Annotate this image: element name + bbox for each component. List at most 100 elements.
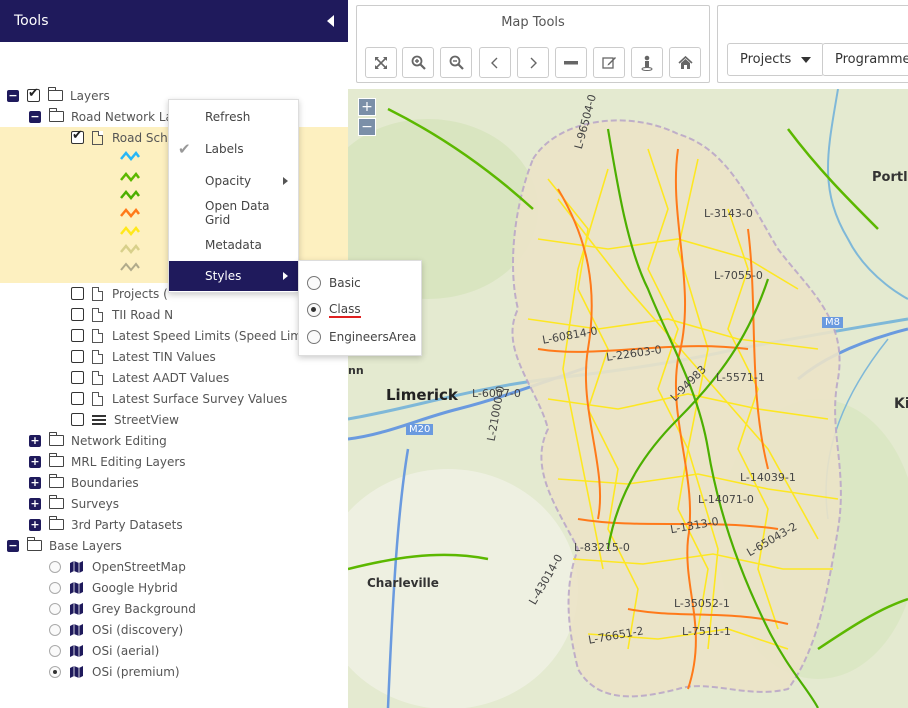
previous-extent-button[interactable] bbox=[479, 47, 511, 78]
menu-item-open-data-grid[interactable]: Open Data Grid bbox=[169, 198, 298, 228]
edit-button[interactable] bbox=[593, 47, 625, 78]
base-layer-radio-selected[interactable] bbox=[49, 665, 61, 678]
style-option-class[interactable]: Class bbox=[307, 300, 361, 320]
tree-node-projects[interactable]: Projects ( bbox=[71, 283, 168, 304]
collapse-icon[interactable]: − bbox=[7, 89, 19, 102]
tree-node-surveys: + Surveys bbox=[29, 493, 119, 514]
tree-node-streetview[interactable]: StreetView bbox=[71, 409, 179, 430]
base-layer-osi-discovery[interactable]: OSi (discovery) bbox=[49, 619, 183, 640]
map-tools-title: Map Tools bbox=[501, 15, 565, 30]
sidebar-header: Tools bbox=[0, 0, 348, 42]
zoom-in-icon bbox=[411, 55, 426, 70]
road-schedule-checkbox[interactable] bbox=[71, 128, 84, 144]
tree-node-tii-road[interactable]: TII Road N bbox=[71, 304, 173, 325]
style-option-label: Class bbox=[329, 302, 361, 318]
menu-item-styles[interactable]: Styles bbox=[169, 261, 298, 291]
folder-icon bbox=[49, 516, 64, 530]
menu-item-opacity[interactable]: Opacity bbox=[169, 166, 298, 196]
legend-swatch-icon bbox=[120, 189, 140, 200]
road-label: L-14071-0 bbox=[698, 493, 754, 506]
collapse-icon[interactable]: − bbox=[29, 110, 41, 123]
chevron-right-icon bbox=[283, 272, 288, 280]
collapse-sidebar-icon[interactable] bbox=[327, 15, 334, 27]
layer-checkbox[interactable] bbox=[71, 329, 84, 342]
collapse-icon[interactable]: − bbox=[7, 539, 19, 552]
style-radio-selected[interactable] bbox=[307, 303, 321, 317]
style-radio[interactable] bbox=[307, 276, 321, 290]
next-extent-button[interactable] bbox=[517, 47, 549, 78]
tree-node-label: Base Layers bbox=[49, 538, 122, 553]
edit-icon bbox=[601, 57, 616, 69]
town-label-nn: nn bbox=[348, 364, 364, 377]
layer-checkbox[interactable] bbox=[71, 350, 84, 363]
check-icon: ✔ bbox=[178, 140, 191, 158]
folder-icon bbox=[49, 474, 64, 488]
menu-item-metadata[interactable]: Metadata bbox=[169, 230, 298, 260]
base-layer-radio[interactable] bbox=[49, 602, 61, 615]
tree-node-label: Boundaries bbox=[71, 475, 139, 490]
tree-node-latest-surface[interactable]: Latest Surface Survey Values bbox=[71, 388, 287, 409]
projects-label: Projects bbox=[740, 52, 792, 67]
layer-checkbox[interactable] bbox=[71, 392, 84, 405]
base-layer-radio[interactable] bbox=[49, 560, 61, 573]
style-option-basic[interactable]: Basic bbox=[307, 273, 361, 293]
menu-item-labels[interactable]: ✔ Labels bbox=[169, 134, 298, 164]
expand-icon[interactable]: + bbox=[29, 476, 41, 489]
tree-node-latest-speed-limits[interactable]: Latest Speed Limits (Speed Limit) bbox=[71, 325, 315, 346]
base-layer-osm[interactable]: OpenStreetMap bbox=[49, 556, 186, 577]
expand-icon[interactable]: + bbox=[29, 518, 41, 531]
base-layer-radio[interactable] bbox=[49, 581, 61, 594]
document-icon bbox=[92, 391, 103, 406]
map-zoom-in-button[interactable]: + bbox=[358, 98, 376, 116]
chevron-right-icon bbox=[283, 177, 288, 185]
zoom-in-button[interactable] bbox=[402, 47, 434, 78]
map-zoom-out-button[interactable]: − bbox=[358, 118, 376, 136]
menu-item-refresh[interactable]: Refresh bbox=[169, 102, 298, 132]
base-layer-google-hybrid[interactable]: Google Hybrid bbox=[49, 577, 178, 598]
person-icon bbox=[641, 55, 653, 71]
document-icon bbox=[92, 349, 103, 364]
streetview-button[interactable] bbox=[631, 47, 663, 78]
expand-icon[interactable]: + bbox=[29, 455, 41, 468]
programmes-dropdown[interactable]: Programmes bbox=[822, 43, 908, 76]
layers-checkbox[interactable] bbox=[27, 86, 40, 102]
layer-context-menu: Refresh ✔ Labels Opacity Open Data Grid … bbox=[168, 99, 299, 293]
tree-node-latest-tin[interactable]: Latest TIN Values bbox=[71, 346, 216, 367]
expand-icon[interactable]: + bbox=[29, 434, 41, 447]
full-extent-button[interactable] bbox=[365, 47, 397, 78]
town-label-portl: Portl bbox=[872, 170, 908, 185]
home-button[interactable] bbox=[669, 47, 701, 78]
map-canvas[interactable]: + − Limerick Charleville Portl Ki nn M20… bbox=[348, 89, 908, 708]
chevron-right-icon bbox=[530, 57, 537, 68]
expand-arrows-icon bbox=[375, 56, 387, 69]
base-layer-grey-background[interactable]: Grey Background bbox=[49, 598, 196, 619]
expand-icon[interactable]: + bbox=[29, 497, 41, 510]
base-layer-radio[interactable] bbox=[49, 644, 61, 657]
road-ref-m20: M20 bbox=[406, 424, 434, 435]
measure-button[interactable] bbox=[555, 47, 587, 78]
style-radio[interactable] bbox=[307, 330, 321, 344]
base-layer-osi-premium[interactable]: OSi (premium) bbox=[49, 661, 180, 682]
map-icon bbox=[70, 623, 83, 636]
legend-item bbox=[120, 256, 144, 277]
layer-checkbox[interactable] bbox=[71, 287, 84, 300]
tree-node-label: 3rd Party Datasets bbox=[71, 517, 183, 532]
menu-item-label: Styles bbox=[205, 269, 242, 283]
base-layer-radio[interactable] bbox=[49, 623, 61, 636]
zoom-out-button[interactable] bbox=[440, 47, 472, 78]
layer-checkbox[interactable] bbox=[71, 413, 84, 426]
base-layer-label: OSi (aerial) bbox=[92, 643, 160, 658]
tree-node-boundaries: + Boundaries bbox=[29, 472, 139, 493]
layer-checkbox[interactable] bbox=[71, 308, 84, 321]
layer-checkbox[interactable] bbox=[71, 371, 84, 384]
folder-open-icon bbox=[27, 537, 42, 551]
menu-item-label: Open Data Grid bbox=[205, 199, 270, 227]
styles-submenu: Basic Class EngineersArea bbox=[298, 260, 422, 356]
tree-node-latest-aadt[interactable]: Latest AADT Values bbox=[71, 367, 229, 388]
style-option-engineers-area[interactable]: EngineersArea bbox=[307, 327, 416, 347]
map-icon bbox=[70, 644, 83, 657]
projects-dropdown[interactable]: Projects bbox=[727, 43, 825, 76]
road-ref-m8: M8 bbox=[822, 317, 843, 328]
road-label: L-35052-1 bbox=[674, 597, 730, 610]
base-layer-osi-aerial[interactable]: OSi (aerial) bbox=[49, 640, 159, 661]
